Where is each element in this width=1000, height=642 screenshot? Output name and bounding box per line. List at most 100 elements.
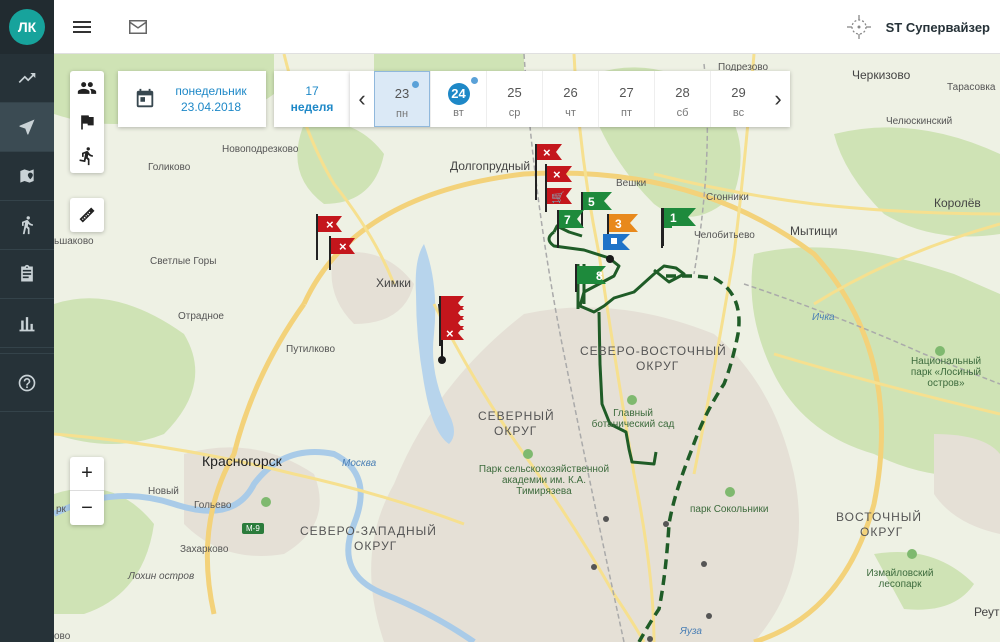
map-label-izmailovsky-park: Измайловский лесопарк bbox=[866, 568, 934, 590]
map-label-tushino: ово bbox=[54, 631, 71, 642]
mail-icon[interactable] bbox=[126, 15, 150, 39]
map[interactable]: Подрезово Черкизово Тарасовка Челюскинск… bbox=[54, 54, 1000, 642]
sidebar-item-tasks[interactable] bbox=[0, 250, 54, 299]
map-label-nw-district-1: СЕВЕРО-ЗАПАДНЫЙ bbox=[300, 524, 437, 538]
visit-flag-1[interactable]: 1 bbox=[660, 206, 700, 248]
day-weekday: ср bbox=[508, 107, 521, 119]
ruler-icon bbox=[79, 207, 95, 223]
svg-text:×: × bbox=[553, 167, 561, 182]
day-cell[interactable]: 24 вт bbox=[430, 71, 486, 127]
day-cell[interactable]: 27 пт bbox=[598, 71, 654, 127]
sidebar-item-help[interactable] bbox=[0, 354, 54, 412]
day-weekday: пт bbox=[621, 107, 632, 119]
flag-group-khimki[interactable]: × bbox=[432, 294, 472, 348]
day-cell[interactable]: 29 вс bbox=[710, 71, 766, 127]
map-label-svetlye-gory: Светлые Горы bbox=[150, 256, 217, 267]
day-weekday: чт bbox=[565, 107, 576, 119]
map-pin-icon bbox=[20, 169, 34, 183]
map-label-e-district-1: ВОСТОЧНЫЙ bbox=[836, 510, 922, 524]
svg-text:×: × bbox=[543, 145, 551, 160]
map-label-ichka: Ичка bbox=[812, 312, 835, 323]
map-label-n-district-1: СЕВЕРНЫЙ bbox=[478, 409, 555, 423]
zoom-in-button[interactable]: + bbox=[70, 457, 104, 491]
map-label-n-district-2: ОКРУГ bbox=[494, 424, 538, 438]
sidebar-item-map[interactable] bbox=[0, 152, 54, 201]
ruler-button[interactable] bbox=[70, 198, 104, 232]
day-weekday: сб bbox=[676, 107, 689, 119]
flag-filter-button[interactable] bbox=[70, 105, 104, 139]
map-label-yauza: Яуза bbox=[680, 626, 702, 637]
map-label-otradnoe: Отрадное bbox=[178, 311, 224, 322]
avatar[interactable]: ЛК bbox=[9, 9, 45, 45]
map-label-ne-district-2: ОКРУГ bbox=[636, 359, 680, 373]
date-picker[interactable]: понедельник 23.04.2018 bbox=[118, 71, 266, 127]
sidebar-item-activity[interactable] bbox=[0, 201, 54, 250]
map-label-sgonniki: Сгонники bbox=[706, 192, 749, 203]
map-label-timiryazev-park: Парк сельскохозяйственной академии им. К… bbox=[478, 464, 610, 497]
day-number: 23 bbox=[394, 86, 410, 101]
trending-up-icon bbox=[18, 73, 36, 83]
map-label-lokhin-ostrov: Лохин остров bbox=[128, 571, 195, 582]
red-flag-icon: × × bbox=[316, 214, 355, 270]
svg-text:×: × bbox=[326, 217, 334, 232]
map-label-chelyuskinsky: Челюскинский bbox=[886, 116, 953, 127]
navigation-icon bbox=[19, 119, 35, 135]
next-week-button[interactable]: › bbox=[766, 71, 790, 127]
map-label-korolev: Королёв bbox=[934, 196, 981, 210]
map-label-national-park: Национальный парк «Лосиный остров» bbox=[910, 356, 982, 389]
day-cell[interactable]: 25 ср bbox=[486, 71, 542, 127]
week-number: 17 bbox=[305, 84, 319, 98]
week-selector[interactable]: 17 неделя bbox=[274, 71, 350, 127]
map-label-dolgoprudny: Долгопрудный bbox=[450, 159, 531, 173]
flag-icon bbox=[81, 115, 94, 130]
day-weekday: пн bbox=[395, 108, 409, 120]
menu-icon[interactable] bbox=[70, 15, 94, 39]
top-bar: ST Супервайзер bbox=[54, 0, 1000, 54]
sidebar-item-analytics[interactable] bbox=[0, 54, 54, 103]
map-label-nw-district-2: ОКРУГ bbox=[354, 539, 398, 553]
day-cell[interactable]: 28 сб bbox=[654, 71, 710, 127]
chevron-right-icon: › bbox=[774, 86, 782, 111]
day-indicator-dot bbox=[471, 77, 478, 84]
user-menu[interactable]: ST Супервайзер bbox=[846, 0, 990, 54]
flag-label-7: 7 bbox=[564, 213, 571, 227]
day-number-today: 24 bbox=[447, 83, 470, 105]
map-label-sheremetyevo: ьшаково bbox=[54, 236, 94, 247]
day-cell[interactable]: 23 пн bbox=[374, 71, 430, 127]
flag-label-8: 8 bbox=[596, 269, 603, 283]
map-label-botanical-garden: Главный ботанический сад bbox=[591, 408, 675, 430]
week-label: неделя bbox=[290, 100, 334, 114]
ruler-control bbox=[70, 198, 104, 232]
map-label-tarasovka: Тарасовка bbox=[947, 82, 996, 93]
help-icon bbox=[18, 374, 36, 391]
sidebar-item-reports[interactable] bbox=[0, 299, 54, 348]
activity-filter-button[interactable] bbox=[70, 139, 104, 173]
map-label-sokolniki-park: парк Сокольники bbox=[690, 504, 769, 515]
prev-week-button[interactable]: ‹ bbox=[350, 71, 374, 127]
map-label-zakharkovo: Захарково bbox=[180, 544, 229, 555]
map-label-chelobitevo: Челобитьево bbox=[694, 230, 755, 241]
map-label-e-district-2: ОКРУГ bbox=[860, 525, 904, 539]
map-label-golyevo: Гольево bbox=[194, 500, 232, 511]
map-label-moskva-river: Москва bbox=[342, 458, 377, 469]
map-label-rk: рк bbox=[56, 504, 66, 515]
flag-group-west[interactable]: × × bbox=[310, 210, 370, 270]
zoom-controls: + − bbox=[70, 457, 104, 525]
map-label-novopodrezkovo: Новоподрезково bbox=[222, 144, 299, 155]
map-label-golikovo: Голиково bbox=[148, 162, 191, 173]
team-filter-button[interactable] bbox=[70, 71, 104, 105]
calendar-icon bbox=[136, 88, 154, 108]
day-cell[interactable]: 26 чт bbox=[542, 71, 598, 127]
map-label-reutov: Реут bbox=[974, 605, 1000, 619]
map-label-cherkizovo: Черкизово bbox=[852, 68, 911, 82]
zoom-out-button[interactable]: − bbox=[70, 491, 104, 525]
day-number: 29 bbox=[731, 85, 746, 100]
day-weekday: вс bbox=[732, 107, 745, 119]
svg-text:×: × bbox=[446, 326, 454, 341]
visit-flags[interactable]: 5 7 3 8 bbox=[552, 188, 672, 298]
map-label-m9: М-9 bbox=[246, 524, 260, 533]
sidebar-item-navigation[interactable] bbox=[0, 103, 54, 152]
green-flag-icon: 1 bbox=[662, 208, 696, 246]
map-label-putilkovo: Путилково bbox=[286, 344, 335, 355]
bar-chart-icon bbox=[19, 317, 35, 332]
